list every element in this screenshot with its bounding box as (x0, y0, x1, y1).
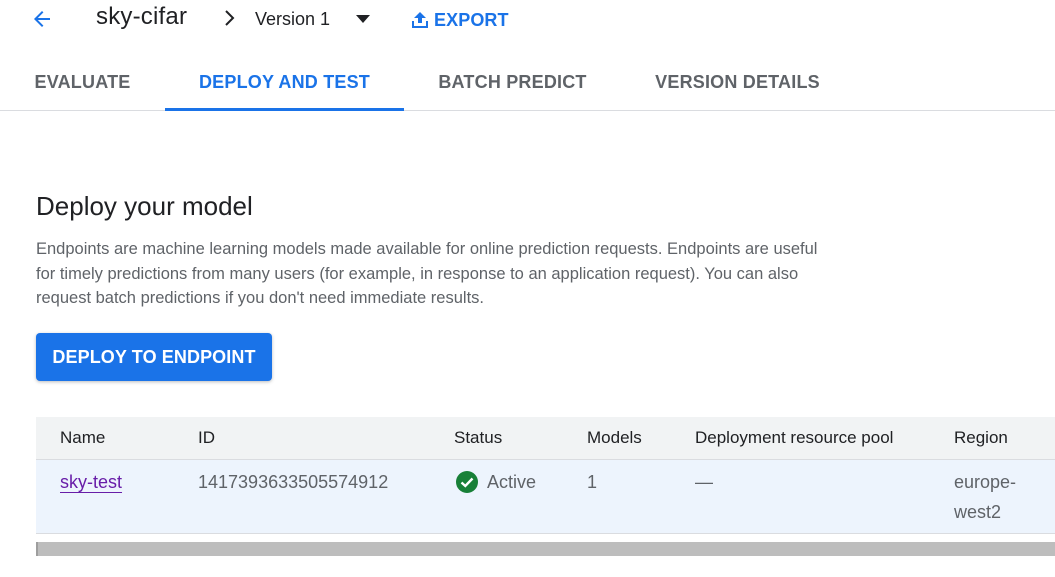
endpoint-id: 1417393633505574912 (198, 472, 389, 492)
endpoint-resource-pool: — (695, 472, 713, 492)
column-header-status[interactable]: Status (454, 428, 502, 448)
arrow-back-icon (34, 11, 50, 27)
page: sky-cifar Version 1 EXPORT EVALUATE DEPL… (0, 0, 1055, 577)
tab-evaluate[interactable]: EVALUATE (0, 55, 165, 110)
version-dropdown-label: Version 1 (255, 8, 331, 29)
column-header-region[interactable]: Region (954, 428, 1008, 448)
check-circle-icon (456, 471, 478, 493)
tab-batch-predict[interactable]: BATCH PREDICT (404, 55, 621, 110)
endpoint-name-link[interactable]: sky-test (60, 467, 122, 497)
top-header: sky-cifar Version 1 EXPORT (0, 0, 1055, 40)
endpoint-region: europe-west2 (954, 472, 1017, 522)
export-button[interactable]: EXPORT (410, 6, 509, 34)
endpoint-status-label: Active (487, 472, 537, 492)
endpoint-status: Active (456, 467, 536, 497)
horizontal-scrollbar[interactable] (36, 542, 1055, 556)
column-header-name[interactable]: Name (60, 428, 105, 448)
caret-down-icon (356, 15, 371, 23)
endpoints-table: Name ID Status Models Deployment resourc… (36, 417, 1055, 534)
version-dropdown[interactable]: Version 1 (255, 4, 371, 34)
section-description: Endpoints are machine learning models ma… (36, 240, 818, 307)
export-button-label: EXPORT (434, 9, 509, 30)
endpoint-models-count: 1 (587, 472, 598, 492)
column-header-resource-pool[interactable]: Deployment resource pool (695, 428, 893, 448)
column-header-id[interactable]: ID (198, 428, 215, 448)
back-button[interactable] (26, 4, 58, 34)
table-row: sky-test 1417393633505574912 Active 1 — … (36, 459, 1055, 534)
model-title: sky-cifar (96, 3, 188, 30)
deploy-to-endpoint-label: DEPLOY TO ENDPOINT (52, 346, 256, 367)
tab-deploy-and-test[interactable]: DEPLOY AND TEST (165, 55, 404, 111)
chevron-right-icon (225, 10, 235, 26)
deploy-to-endpoint-button[interactable]: DEPLOY TO ENDPOINT (36, 333, 272, 381)
section-heading: Deploy your model (36, 191, 253, 221)
column-header-models[interactable]: Models (587, 428, 642, 448)
tab-version-details[interactable]: VERSION DETAILS (621, 55, 854, 110)
table-header-row: Name ID Status Models Deployment resourc… (36, 417, 1055, 459)
upload-icon (412, 12, 428, 28)
tab-bar: EVALUATE DEPLOY AND TEST BATCH PREDICT V… (0, 55, 1055, 111)
